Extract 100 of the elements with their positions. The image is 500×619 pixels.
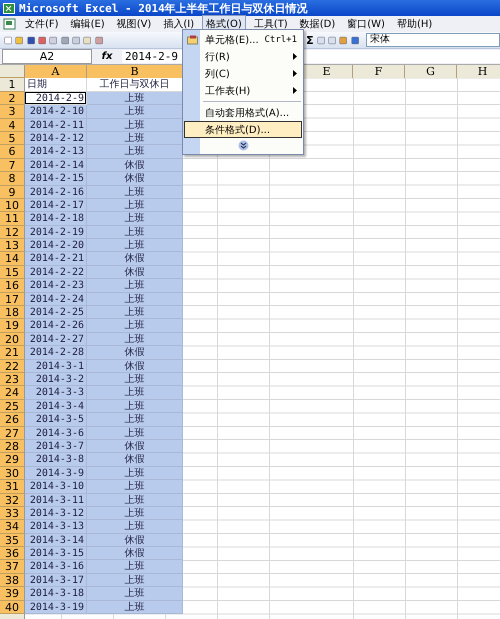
row-header[interactable]: 40: [0, 600, 25, 614]
row-header[interactable]: 29: [0, 453, 25, 467]
row-header[interactable]: 15: [0, 266, 25, 280]
column-header[interactable]: E: [301, 65, 353, 78]
menu-item[interactable]: 文件(F): [21, 15, 63, 33]
row-header[interactable]: 23: [0, 372, 25, 386]
table-cell: 2014-2-21: [25, 252, 87, 266]
table-cell: 休假: [87, 360, 183, 373]
row-header[interactable]: 10: [0, 198, 25, 212]
table-cell: 2014-2-18: [25, 212, 87, 226]
row-header[interactable]: 34: [0, 520, 25, 534]
row-header[interactable]: 35: [0, 534, 25, 548]
menu-item[interactable]: 条件格式(D)...: [184, 121, 302, 138]
row-header[interactable]: 39: [0, 587, 25, 601]
row-header[interactable]: 20: [0, 332, 25, 346]
autosum-button[interactable]: Σ: [306, 34, 314, 46]
column-header[interactable]: H: [457, 65, 500, 78]
menu-item[interactable]: 行(R): [184, 48, 302, 65]
table-cell: 2014-2-27: [25, 332, 87, 346]
table-cell: 2014-2-14: [25, 158, 87, 172]
table-cell: 2014-3-17: [25, 574, 87, 588]
table-cell: 上班: [87, 560, 183, 574]
table-cell: 2014-3-8: [25, 453, 87, 467]
table-cell: 休假: [87, 440, 183, 454]
table-cell: 休假: [87, 158, 183, 172]
menu-item[interactable]: 帮助(H): [392, 15, 436, 33]
table-cell: 上班: [87, 198, 183, 212]
menu-item[interactable]: 窗口(W): [343, 15, 389, 33]
table-cell: 2014-2-26: [25, 319, 87, 333]
table-cell: 2014-2-28: [25, 346, 87, 360]
row-header[interactable]: 30: [0, 466, 25, 480]
menu-item[interactable]: 列(C): [184, 65, 302, 82]
row-header[interactable]: 14: [0, 252, 25, 266]
row-header[interactable]: 26: [0, 413, 25, 427]
table-cell: 2014-3-10: [25, 480, 87, 494]
row-header[interactable]: 7: [0, 158, 25, 172]
column-header[interactable]: B: [87, 65, 183, 78]
row-header[interactable]: 25: [0, 400, 25, 414]
table-cell: 上班: [87, 92, 183, 106]
row-header[interactable]: 27: [0, 426, 25, 440]
column-header[interactable]: G: [405, 65, 457, 78]
insert-function-button[interactable]: fx: [92, 51, 122, 62]
table-cell: 上班: [87, 186, 183, 199]
row-header[interactable]: 22: [0, 360, 25, 373]
row-header[interactable]: 24: [0, 386, 25, 400]
table-cell: 2014-3-9: [25, 466, 87, 480]
table-cell: 2014-3-13: [25, 520, 87, 534]
name-box[interactable]: A2: [2, 49, 92, 64]
row-header[interactable]: 31: [0, 480, 25, 494]
row-header[interactable]: 36: [0, 547, 25, 560]
row-header[interactable]: 12: [0, 226, 25, 240]
menu-item[interactable]: 自动套用格式(A)...: [184, 104, 302, 121]
table-cell: 2014-2-20: [25, 239, 87, 252]
table-cell: 2014-2-24: [25, 292, 87, 306]
table-cell: 2014-3-6: [25, 426, 87, 440]
row-header[interactable]: 19: [0, 319, 25, 333]
row-header[interactable]: 33: [0, 506, 25, 520]
row-header[interactable]: 11: [0, 212, 25, 226]
row-header[interactable]: 17: [0, 292, 25, 306]
menu-item[interactable]: 编辑(E): [66, 15, 109, 33]
table-cell: 上班: [87, 118, 183, 132]
menu-item[interactable]: 插入(I): [159, 15, 198, 33]
menu-item[interactable]: 视图(V): [112, 15, 156, 33]
table-cell: 上班: [87, 212, 183, 226]
row-header[interactable]: 16: [0, 279, 25, 293]
menu-item[interactable]: 单元格(E)... Ctrl+1: [184, 31, 302, 48]
table-cell: 2014-3-2: [25, 372, 87, 386]
menu-item[interactable]: 工作表(H): [184, 82, 302, 99]
table-cell: 2014-3-7: [25, 440, 87, 454]
row-header[interactable]: 32: [0, 494, 25, 507]
row-header[interactable]: 21: [0, 346, 25, 360]
table-cell: 上班: [87, 480, 183, 494]
table-cell: 休假: [87, 252, 183, 266]
table-cell: 2014-3-15: [25, 547, 87, 560]
row-header[interactable]: 4: [0, 118, 25, 132]
table-cell: 休假: [87, 534, 183, 548]
table-cell: 2014-2-17: [25, 198, 87, 212]
table-cell: 上班: [87, 306, 183, 320]
row-header[interactable]: 37: [0, 560, 25, 574]
row-header[interactable]: 18: [0, 306, 25, 320]
menu-item[interactable]: 工具(T): [250, 15, 292, 33]
row-header[interactable]: 38: [0, 574, 25, 588]
row-header[interactable]: 3: [0, 105, 25, 119]
row-header[interactable]: 28: [0, 440, 25, 454]
table-cell: 上班: [87, 332, 183, 346]
column-header[interactable]: A: [25, 65, 87, 78]
row-header[interactable]: 1: [0, 78, 25, 92]
font-field[interactable]: 宋体: [366, 33, 500, 47]
row-header[interactable]: 6: [0, 145, 25, 159]
row-header[interactable]: 8: [0, 172, 25, 186]
row-header[interactable]: 13: [0, 239, 25, 252]
row-header[interactable]: 5: [0, 132, 25, 146]
table-cell: 2014-2-19: [25, 226, 87, 240]
row-header[interactable]: 2: [0, 92, 25, 106]
table-cell: 上班: [87, 279, 183, 293]
table-cell: 上班: [87, 105, 183, 119]
row-header[interactable]: 9: [0, 186, 25, 199]
menu-item[interactable]: 数据(D): [296, 15, 340, 33]
table-cell: 上班: [87, 466, 183, 480]
column-header[interactable]: F: [353, 65, 405, 78]
